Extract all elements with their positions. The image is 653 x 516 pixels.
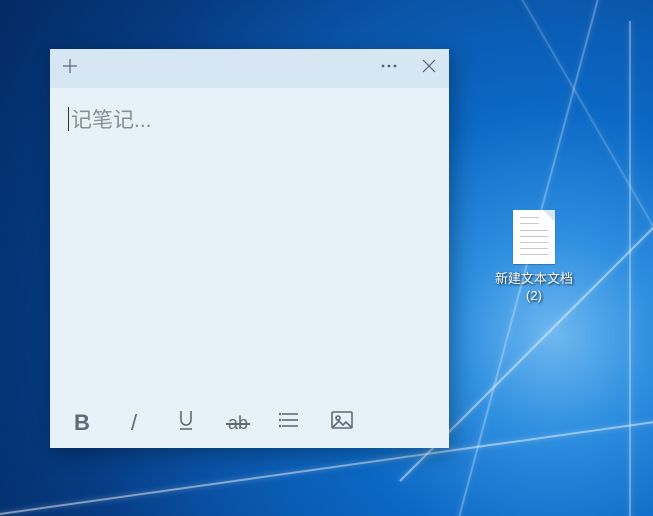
sticky-note-window: 记笔记... B / ab	[50, 49, 449, 448]
close-note-button[interactable]	[409, 49, 449, 88]
note-titlebar	[50, 49, 449, 88]
note-text-area[interactable]: 记笔记...	[50, 88, 449, 398]
italic-icon: /	[131, 410, 137, 436]
desktop[interactable]: 新建文本文档 (2)	[0, 0, 653, 516]
text-document-icon	[513, 210, 555, 264]
close-icon	[422, 59, 436, 78]
desktop-file-label: 新建文本文档 (2)	[490, 270, 578, 304]
list-icon	[279, 410, 301, 436]
strikethrough-button[interactable]: ab	[212, 398, 264, 448]
note-menu-button[interactable]	[369, 49, 409, 88]
note-placeholder-text: 记笔记...	[71, 109, 152, 132]
bullet-list-button[interactable]	[264, 398, 316, 448]
new-note-button[interactable]	[50, 49, 90, 88]
underline-icon	[176, 408, 196, 438]
text-caret	[68, 107, 69, 131]
image-icon	[330, 410, 354, 436]
bold-icon: B	[74, 410, 90, 436]
plus-icon	[62, 58, 78, 79]
desktop-file-text-document[interactable]: 新建文本文档 (2)	[490, 210, 578, 304]
more-icon	[380, 58, 398, 79]
underline-button[interactable]	[160, 398, 212, 448]
note-format-toolbar: B / ab	[50, 398, 449, 448]
italic-button[interactable]: /	[108, 398, 160, 448]
bold-button[interactable]: B	[56, 398, 108, 448]
insert-image-button[interactable]	[316, 398, 368, 448]
strikethrough-icon: ab	[228, 413, 248, 434]
